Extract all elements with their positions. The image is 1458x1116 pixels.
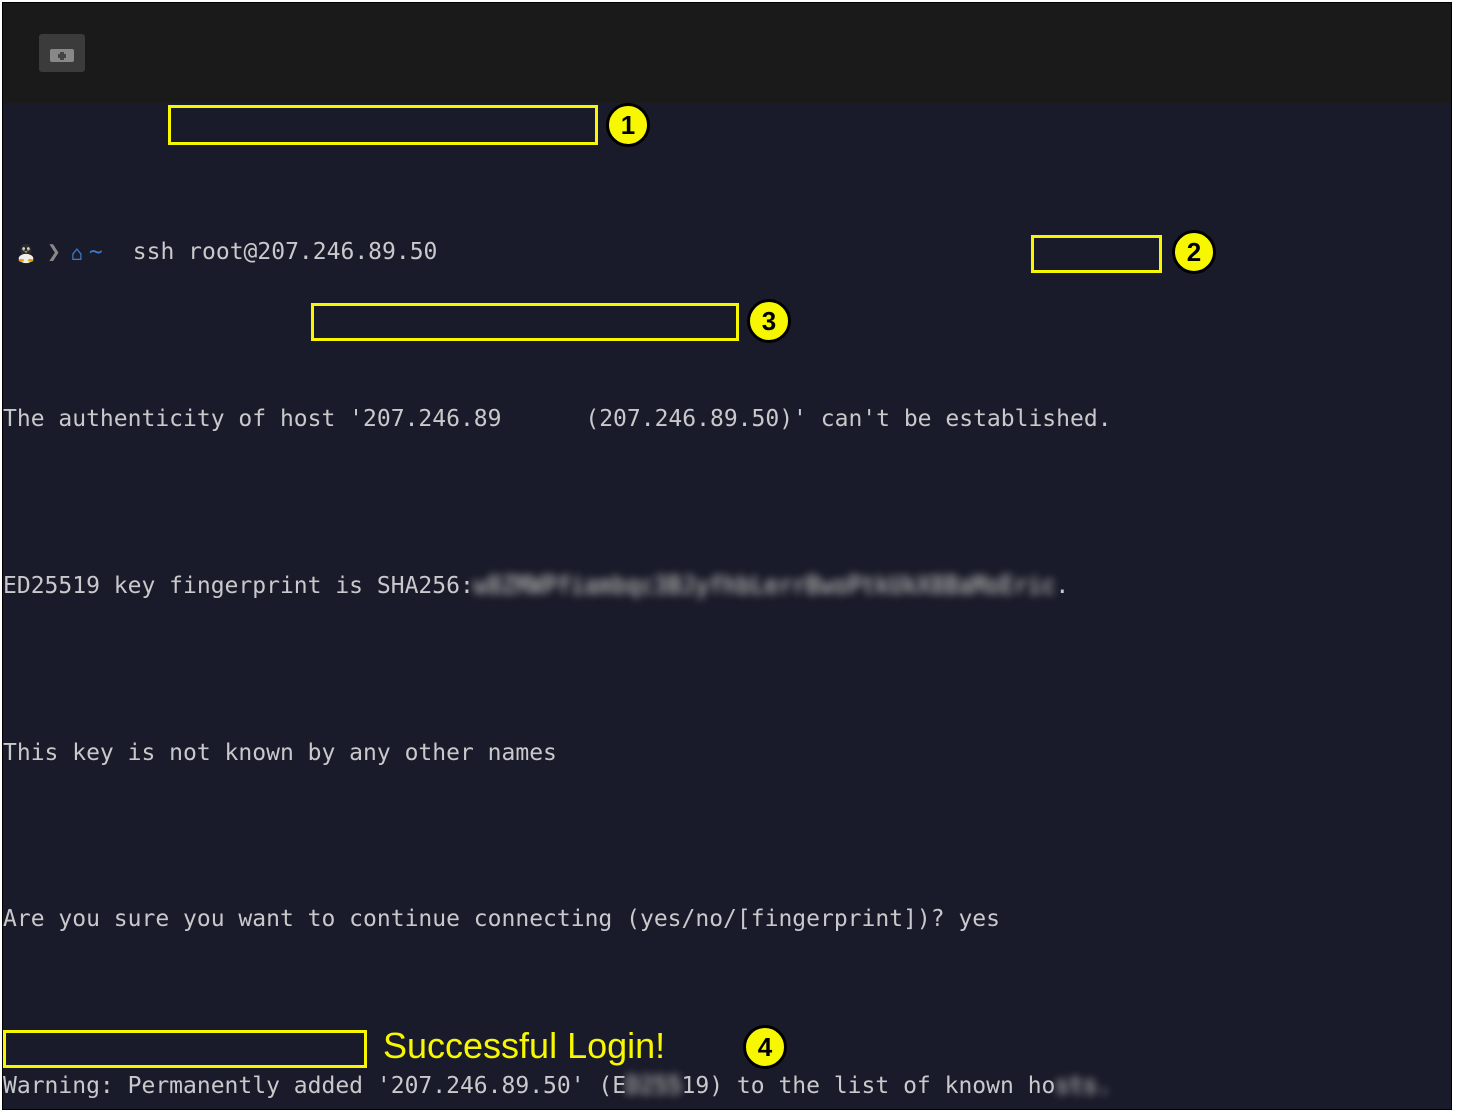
badge-4: 4 [743,1025,787,1069]
prompt-line: ❯ ⌂ ~ ssh root@207.246.89.50 [3,236,1451,269]
terminal-window[interactable]: ❯ ⌂ ~ ssh root@207.246.89.50 The authent… [2,2,1452,1110]
success-label: Successful Login! [383,1025,665,1067]
badge-2: 2 [1172,230,1216,274]
fingerprint-line: ED25519 key fingerprint is SHA256:w8ZMWP… [3,570,1451,603]
badge-1: 1 [606,103,650,147]
terminal-body[interactable]: ❯ ⌂ ~ ssh root@207.246.89.50 The authent… [3,103,1451,1110]
titlebar [3,3,1451,103]
tilde: ~ [89,236,103,269]
badge-3: 3 [747,299,791,343]
connect-line: Are you sure you want to continue connec… [3,903,1451,936]
warning-line: Warning: Permanently added '207.246.89.5… [3,1070,1451,1103]
chevron-icon: ❯ [47,236,61,269]
fingerprint-blurred: w8ZMWPfiambqc3BJyfhbLerrBwoPtkUkX8BaMoEr… [474,570,1056,603]
notknown-line: This key is not known by any other names [3,737,1451,770]
new-tab-button[interactable] [39,34,85,72]
auth-line: The authenticity of host '207.246.89 (20… [3,403,1451,436]
ssh-command: ssh root@207.246.89.50 [133,236,438,269]
plus-tab-icon [49,43,75,63]
yes-answer: )? yes [917,903,1000,936]
home-icon: ⌂ [71,239,83,268]
tux-icon [15,242,37,264]
